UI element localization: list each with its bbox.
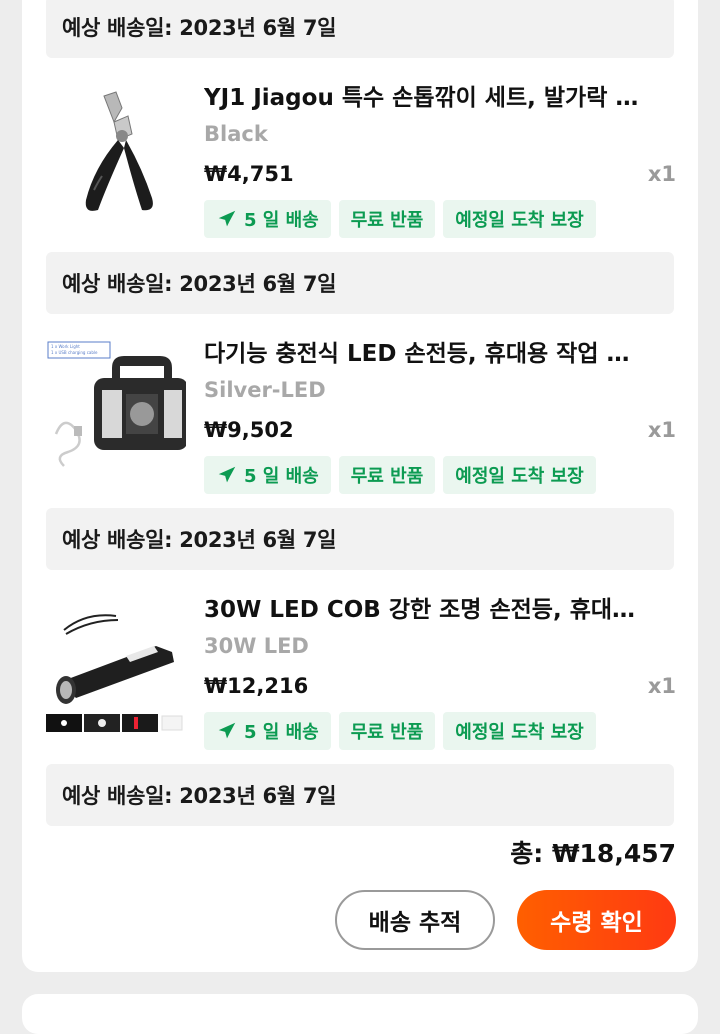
- product-title[interactable]: 30W LED COB 강한 조명 손전등, 휴대…: [204, 590, 674, 624]
- free-return-tag: 무료 반품: [338, 712, 436, 750]
- ship-date-bar: 예상 배송일: 2023년 6월 7일: [46, 0, 674, 58]
- product-quantity: x1: [647, 674, 676, 698]
- service-tags: 5 일 배송 무료 반품 예정일 도착 보장: [204, 456, 596, 494]
- tag-label: 5 일 배송: [244, 210, 319, 231]
- tag-label: 예정일 도착 보장: [455, 722, 584, 743]
- order-item[interactable]: YJ1 Jiagou 특수 손톱깎이 세트, 발가락 … Black ₩4,75…: [46, 78, 676, 258]
- product-image-work-lamp[interactable]: 1 x Work Light 1 x USB charging cable: [46, 334, 186, 482]
- product-title[interactable]: 다기능 충전식 LED 손전등, 휴대용 작업 …: [204, 334, 674, 368]
- product-price: ₩9,502: [204, 418, 294, 442]
- free-return-tag: 무료 반품: [338, 200, 436, 238]
- tag-label: 무료 반품: [350, 466, 424, 487]
- tag-label: 무료 반품: [350, 210, 424, 231]
- image-caption-work-light: 1 x Work Light: [51, 344, 80, 349]
- order-total: 총: ₩18,457: [510, 839, 676, 868]
- free-return-tag: 무료 반품: [338, 456, 436, 494]
- on-time-guarantee-tag: 예정일 도착 보장: [443, 456, 596, 494]
- ship-date-text: 예상 배송일: 2023년 6월 7일: [62, 784, 337, 808]
- image-caption-usb-cable: 1 x USB charging cable: [51, 350, 98, 355]
- product-variant: Black: [204, 122, 268, 146]
- ship-date-bar: 예상 배송일: 2023년 6월 7일: [46, 508, 674, 570]
- tag-label: 무료 반품: [350, 722, 424, 743]
- airplane-icon: [218, 722, 236, 739]
- airplane-icon: [218, 466, 236, 483]
- ship-date-text: 예상 배송일: 2023년 6월 7일: [62, 16, 337, 40]
- ship-date-text: 예상 배송일: 2023년 6월 7일: [62, 272, 337, 296]
- tag-label: 5 일 배송: [244, 466, 319, 487]
- on-time-guarantee-tag: 예정일 도착 보장: [443, 712, 596, 750]
- product-image-nail-clipper[interactable]: [46, 78, 186, 226]
- tag-label: 예정일 도착 보장: [455, 210, 584, 231]
- order-item[interactable]: 1 x Work Light 1 x USB charging cable 다기…: [46, 334, 676, 514]
- on-time-guarantee-tag: 예정일 도착 보장: [443, 200, 596, 238]
- service-tags: 5 일 배송 무료 반품 예정일 도착 보장: [204, 712, 596, 750]
- airplane-icon: [218, 210, 236, 227]
- product-variant: Silver-LED: [204, 378, 326, 402]
- product-price: ₩4,751: [204, 162, 294, 186]
- ship-date-text: 예상 배송일: 2023년 6월 7일: [62, 528, 337, 552]
- product-image-flashlight[interactable]: [46, 590, 186, 738]
- product-quantity: x1: [647, 162, 676, 186]
- delivery-days-tag: 5 일 배송: [204, 712, 331, 750]
- confirm-receipt-button[interactable]: 수령 확인: [517, 890, 676, 950]
- product-quantity: x1: [647, 418, 676, 442]
- tag-label: 예정일 도착 보장: [455, 466, 584, 487]
- product-variant: 30W LED: [204, 634, 309, 658]
- track-shipment-button[interactable]: 배송 추적: [335, 890, 495, 950]
- ship-date-bar: 예상 배송일: 2023년 6월 7일: [46, 764, 674, 826]
- order-item[interactable]: 30W LED COB 강한 조명 손전등, 휴대… 30W LED ₩12,2…: [46, 590, 676, 770]
- delivery-days-tag: 5 일 배송: [204, 456, 331, 494]
- next-order-card: [22, 994, 698, 1034]
- tag-label: 5 일 배송: [244, 722, 319, 743]
- product-price: ₩12,216: [204, 674, 309, 698]
- service-tags: 5 일 배송 무료 반품 예정일 도착 보장: [204, 200, 596, 238]
- product-title[interactable]: YJ1 Jiagou 특수 손톱깎이 세트, 발가락 …: [204, 78, 674, 112]
- delivery-days-tag: 5 일 배송: [204, 200, 331, 238]
- ship-date-bar: 예상 배송일: 2023년 6월 7일: [46, 252, 674, 314]
